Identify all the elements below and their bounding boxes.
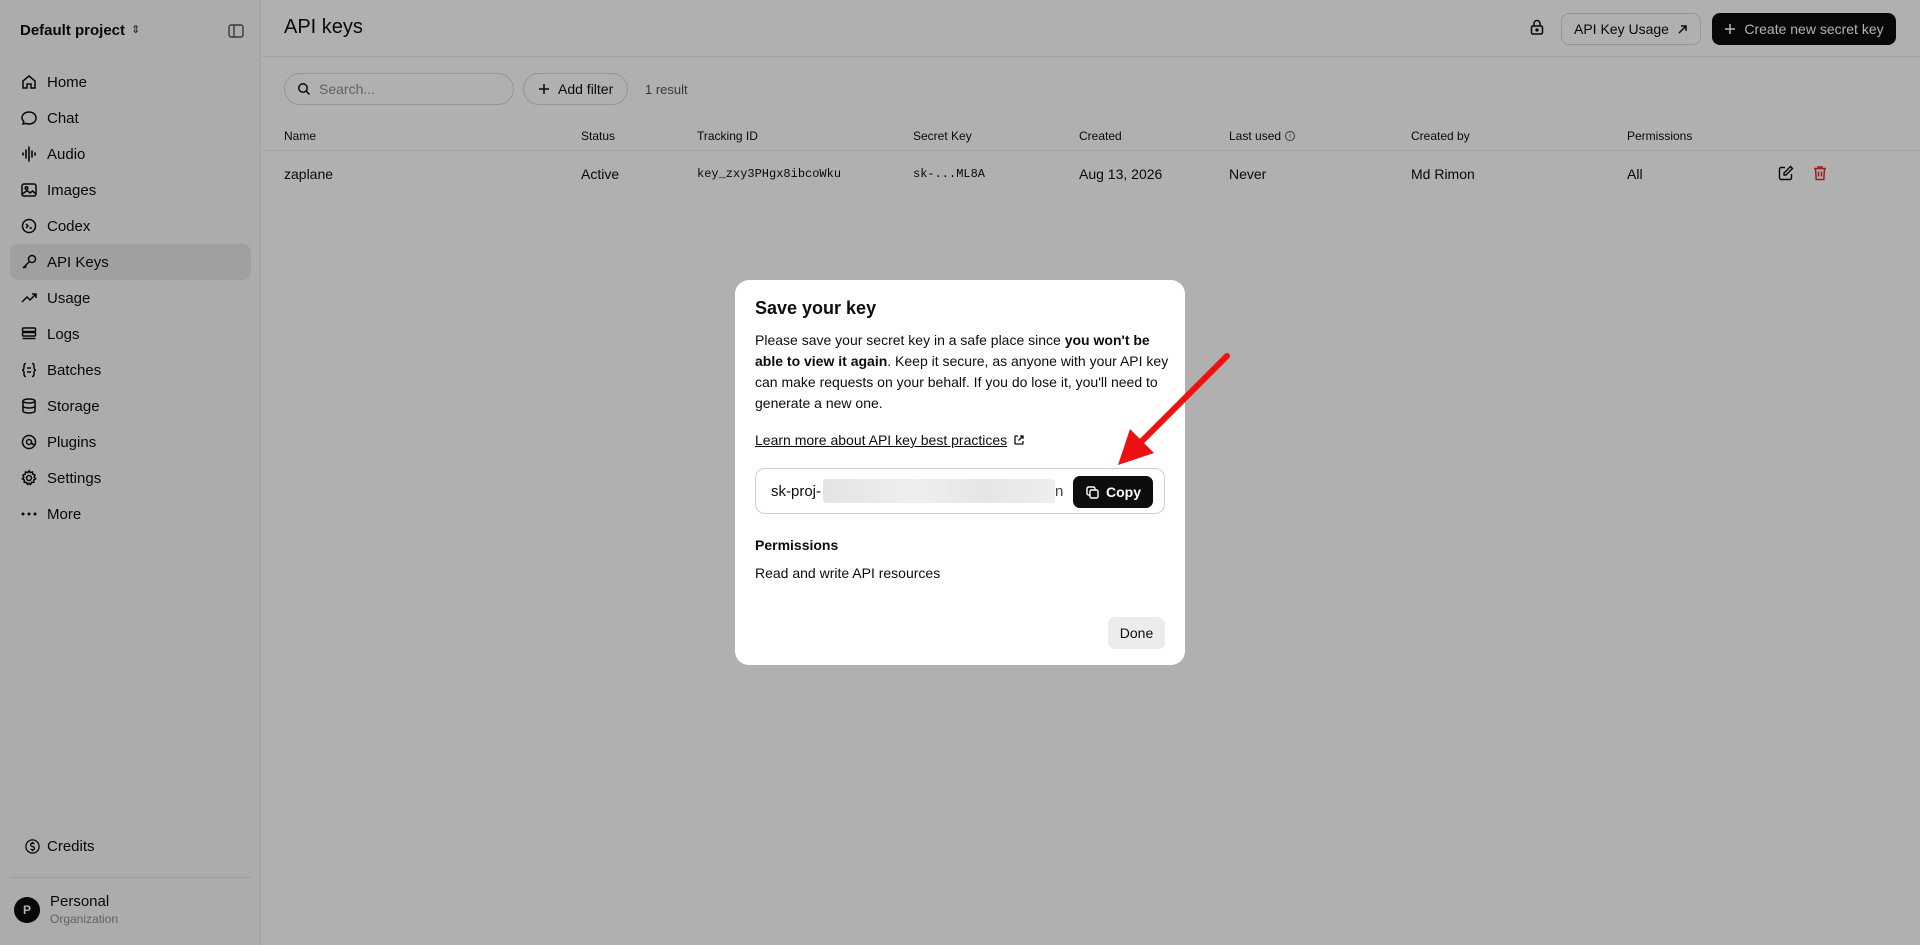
permissions-title: Permissions [755,537,839,553]
secret-key-field[interactable]: sk-proj- n Copy [755,468,1165,514]
learn-more-label: Learn more about API key best practices [755,432,1008,448]
copy-button[interactable]: Copy [1073,476,1153,508]
dialog-description: Please save your secret key in a safe pl… [755,330,1169,414]
learn-more-link[interactable]: Learn more about API key best practices [755,432,1025,448]
secret-key-tail: n [1055,482,1064,500]
copy-icon [1086,485,1099,499]
annotation-arrow-icon [1118,353,1230,465]
dialog-title: Save your key [755,298,877,318]
secret-key-prefix: sk-proj- [771,482,822,500]
external-link-icon [1014,435,1024,445]
done-button[interactable]: Done [1108,617,1165,649]
copy-label: Copy [1106,484,1141,500]
permissions-value: Read and write API resources [755,565,941,581]
secret-key-blurred [823,479,1056,503]
dialog-text-pre: Please save your secret key in a safe pl… [755,332,1065,348]
